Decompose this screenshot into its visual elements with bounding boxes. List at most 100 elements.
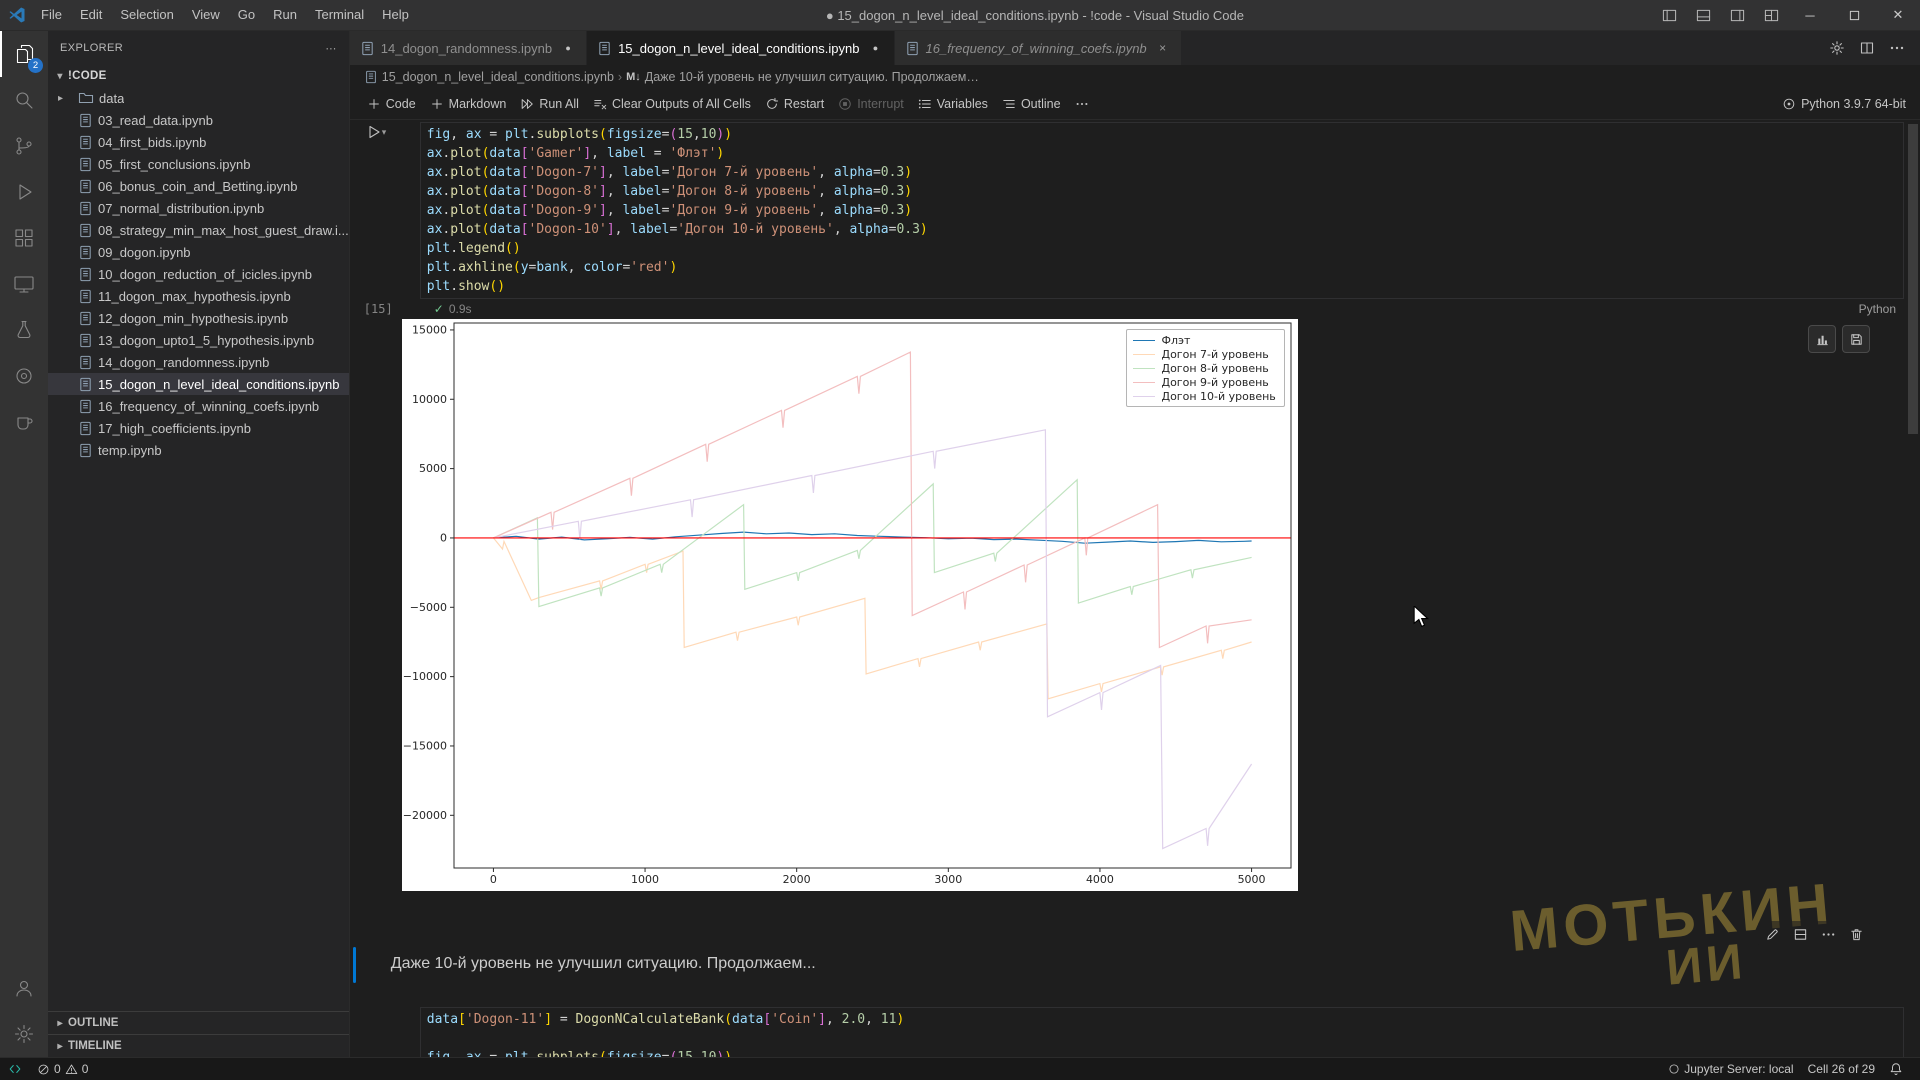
file-17_high_coefficients.ipynb[interactable]: 17_high_coefficients.ipynb — [48, 417, 349, 439]
toolbar-variables[interactable]: Variables — [911, 94, 995, 114]
code-line[interactable]: fig, ax = plt.subplots(figsize=(15,10)) — [427, 125, 1903, 144]
folder-data[interactable]: ▸ data — [48, 87, 349, 109]
toolbar-markdown[interactable]: Markdown — [423, 94, 514, 114]
breadcrumb[interactable]: 15_dogon_n_level_ideal_conditions.ipynb … — [350, 65, 1920, 89]
cell-position-status[interactable]: Cell 26 of 29 — [1801, 1058, 1882, 1080]
tab-14_dogon_randomness.ipynb[interactable]: 14_dogon_randomness.ipynb ● — [349, 31, 588, 65]
menu-edit[interactable]: Edit — [71, 0, 111, 30]
toolbar-more[interactable] — [1068, 94, 1096, 114]
notifications-bell[interactable] — [1882, 1058, 1910, 1080]
menu-view[interactable]: View — [183, 0, 229, 30]
code-cell-1[interactable]: ▾ fig, ax = plt.subplots(figsize=(15,10)… — [350, 122, 1904, 299]
markdown-cell[interactable]: Даже 10-й уровень не улучшил ситуацию. П… — [350, 921, 1904, 983]
problems-indicator[interactable]: 0 0 — [30, 1058, 95, 1080]
toolbar-clear-outputs-of-all-cells[interactable]: Clear Outputs of All Cells — [586, 94, 758, 114]
toggle-panel-icon[interactable] — [1686, 0, 1720, 30]
activity-settings[interactable] — [0, 1011, 48, 1057]
toolbar-code[interactable]: Code — [360, 94, 423, 114]
editor-more-actions-icon[interactable] — [1884, 35, 1910, 61]
file-14_dogon_randomness.ipynb[interactable]: 14_dogon_randomness.ipynb — [48, 351, 349, 373]
file-04_first_bids.ipynb[interactable]: 04_first_bids.ipynb — [48, 131, 349, 153]
code-line[interactable]: data['Dogon-11'] = DogonNCalculateBank(d… — [427, 1010, 1903, 1029]
code-line[interactable]: plt.show() — [427, 277, 1903, 296]
file-07_normal_distribution.ipynb[interactable]: 07_normal_distribution.ipynb — [48, 197, 349, 219]
file-temp.ipynb[interactable]: temp.ipynb — [48, 439, 349, 461]
breadcrumb-file[interactable]: 15_dogon_n_level_ideal_conditions.ipynb — [382, 70, 614, 84]
run-cell-button[interactable]: ▾ — [366, 124, 387, 140]
menu-file[interactable]: File — [32, 0, 71, 30]
split-cell-icon[interactable] — [1788, 923, 1812, 945]
activity-run-debug[interactable] — [0, 169, 48, 215]
tab-16_frequency_of_winning_coefs.ipynb[interactable]: 16_frequency_of_winning_coefs.ipynb × — [894, 31, 1182, 65]
code-line[interactable]: ax.plot(data['Dogon-7'], label='Догон 7-… — [427, 163, 1903, 182]
code-editor[interactable]: data['Dogon-11'] = DogonNCalculateBank(d… — [419, 1007, 1904, 1057]
pane-timeline[interactable]: ▸ TIMELINE — [48, 1034, 349, 1057]
activity-testing[interactable] — [0, 307, 48, 353]
code-line[interactable]: plt.axhline(y=bank, color='red') — [427, 258, 1903, 277]
jupyter-server-status[interactable]: Jupyter Server: local — [1661, 1058, 1800, 1080]
file-13_dogon_upto1_5_hypothesis.ipynb[interactable]: 13_dogon_upto1_5_hypothesis.ipynb — [48, 329, 349, 351]
scrollbar-thumb[interactable] — [1908, 124, 1918, 434]
toolbar-restart[interactable]: Restart — [758, 94, 831, 114]
toolbar-run-all[interactable]: Run All — [513, 94, 586, 114]
activity-account[interactable] — [0, 965, 48, 1011]
code-line[interactable] — [427, 1029, 1903, 1048]
file-05_first_conclusions.ipynb[interactable]: 05_first_conclusions.ipynb — [48, 153, 349, 175]
menu-terminal[interactable]: Terminal — [306, 0, 373, 30]
tab-close-icon[interactable]: × — [1155, 41, 1171, 55]
code-line[interactable]: fig, ax = plt.subplots(figsize=(15,10)) — [427, 1048, 1903, 1057]
toggle-secondary-sidebar-icon[interactable] — [1720, 0, 1754, 30]
file-06_bonus_coin_and_Betting.ipynb[interactable]: 06_bonus_coin_and_Betting.ipynb — [48, 175, 349, 197]
workspace-section[interactable]: ▾ !CODE — [48, 65, 349, 87]
delete-cell-icon[interactable] — [1844, 923, 1868, 945]
file-03_read_data.ipynb[interactable]: 03_read_data.ipynb — [48, 109, 349, 131]
activity-remote-explorer[interactable] — [0, 261, 48, 307]
minimize-button[interactable]: ─ — [1788, 0, 1832, 30]
cell-more-actions-icon[interactable] — [1816, 923, 1840, 945]
menu-go[interactable]: Go — [229, 0, 264, 30]
file-15_dogon_n_level_ideal_conditions.ipynb[interactable]: 15_dogon_n_level_ideal_conditions.ipynb — [48, 373, 349, 395]
code-line[interactable]: ax.plot(data['Dogon-10'], label='Догон 1… — [427, 220, 1903, 239]
file-16_frequency_of_winning_coefs.ipynb[interactable]: 16_frequency_of_winning_coefs.ipynb — [48, 395, 349, 417]
activity-search[interactable] — [0, 77, 48, 123]
toggle-sidebar-icon[interactable] — [1652, 0, 1686, 30]
markdown-text[interactable]: Даже 10-й уровень не улучшил ситуацию. П… — [350, 947, 1904, 973]
maximize-button[interactable] — [1832, 0, 1876, 30]
split-editor-icon[interactable] — [1854, 35, 1880, 61]
activity-source-control[interactable] — [0, 123, 48, 169]
tab-15_dogon_n_level_ideal_conditions.ipynb[interactable]: 15_dogon_n_level_ideal_conditions.ipynb ● — [587, 31, 895, 65]
kernel-picker[interactable]: Python 3.9.7 64-bit — [1782, 97, 1920, 111]
code-line[interactable]: plt.legend() — [427, 239, 1903, 258]
code-line[interactable]: ax.plot(data['Gamer'], label = 'Флэт') — [427, 144, 1903, 163]
close-button[interactable]: ✕ — [1876, 0, 1920, 30]
customize-layout-icon[interactable] — [1754, 0, 1788, 30]
toolbar-outline[interactable]: Outline — [995, 94, 1068, 114]
tab-dirty-dot[interactable]: ● — [560, 43, 576, 53]
pane-outline[interactable]: ▸ OUTLINE — [48, 1011, 349, 1034]
tab-dirty-dot[interactable]: ● — [868, 43, 884, 53]
file-08_strategy_min_max_host_guest_draw.i...[interactable]: 08_strategy_min_max_host_guest_draw.i... — [48, 219, 349, 241]
sidebar-more-icon[interactable]: ⋯ — [325, 42, 336, 55]
activity-explorer[interactable]: 2 — [0, 31, 48, 77]
remote-indicator[interactable] — [0, 1058, 30, 1080]
menu-help[interactable]: Help — [373, 0, 418, 30]
save-plot-icon[interactable] — [1842, 325, 1870, 353]
file-10_dogon_reduction_of_icicles.ipynb[interactable]: 10_dogon_reduction_of_icicles.ipynb — [48, 263, 349, 285]
edit-cell-icon[interactable] — [1760, 923, 1784, 945]
file-11_dogon_max_hypothesis.ipynb[interactable]: 11_dogon_max_hypothesis.ipynb — [48, 285, 349, 307]
activity-extensions[interactable] — [0, 215, 48, 261]
file-09_dogon.ipynb[interactable]: 09_dogon.ipynb — [48, 241, 349, 263]
activity-gather[interactable] — [0, 399, 48, 445]
code-line[interactable]: ax.plot(data['Dogon-8'], label='Догон 8-… — [427, 182, 1903, 201]
notebook-settings-icon[interactable] — [1824, 35, 1850, 61]
breadcrumb-cell[interactable]: Даже 10-й уровень не улучшил ситуацию. П… — [645, 70, 979, 84]
file-12_dogon_min_hypothesis.ipynb[interactable]: 12_dogon_min_hypothesis.ipynb — [48, 307, 349, 329]
code-line[interactable]: ax.plot(data['Dogon-9'], label='Догон 9-… — [427, 201, 1903, 220]
menu-run[interactable]: Run — [264, 0, 306, 30]
activity-jupyter[interactable] — [0, 353, 48, 399]
run-dropdown-icon[interactable]: ▾ — [382, 127, 387, 138]
toolbar-interrupt[interactable]: Interrupt — [831, 94, 911, 114]
menu-selection[interactable]: Selection — [111, 0, 182, 30]
open-plot-viewer-icon[interactable] — [1808, 325, 1836, 353]
code-editor[interactable]: fig, ax = plt.subplots(figsize=(15,10)) a… — [419, 122, 1904, 299]
